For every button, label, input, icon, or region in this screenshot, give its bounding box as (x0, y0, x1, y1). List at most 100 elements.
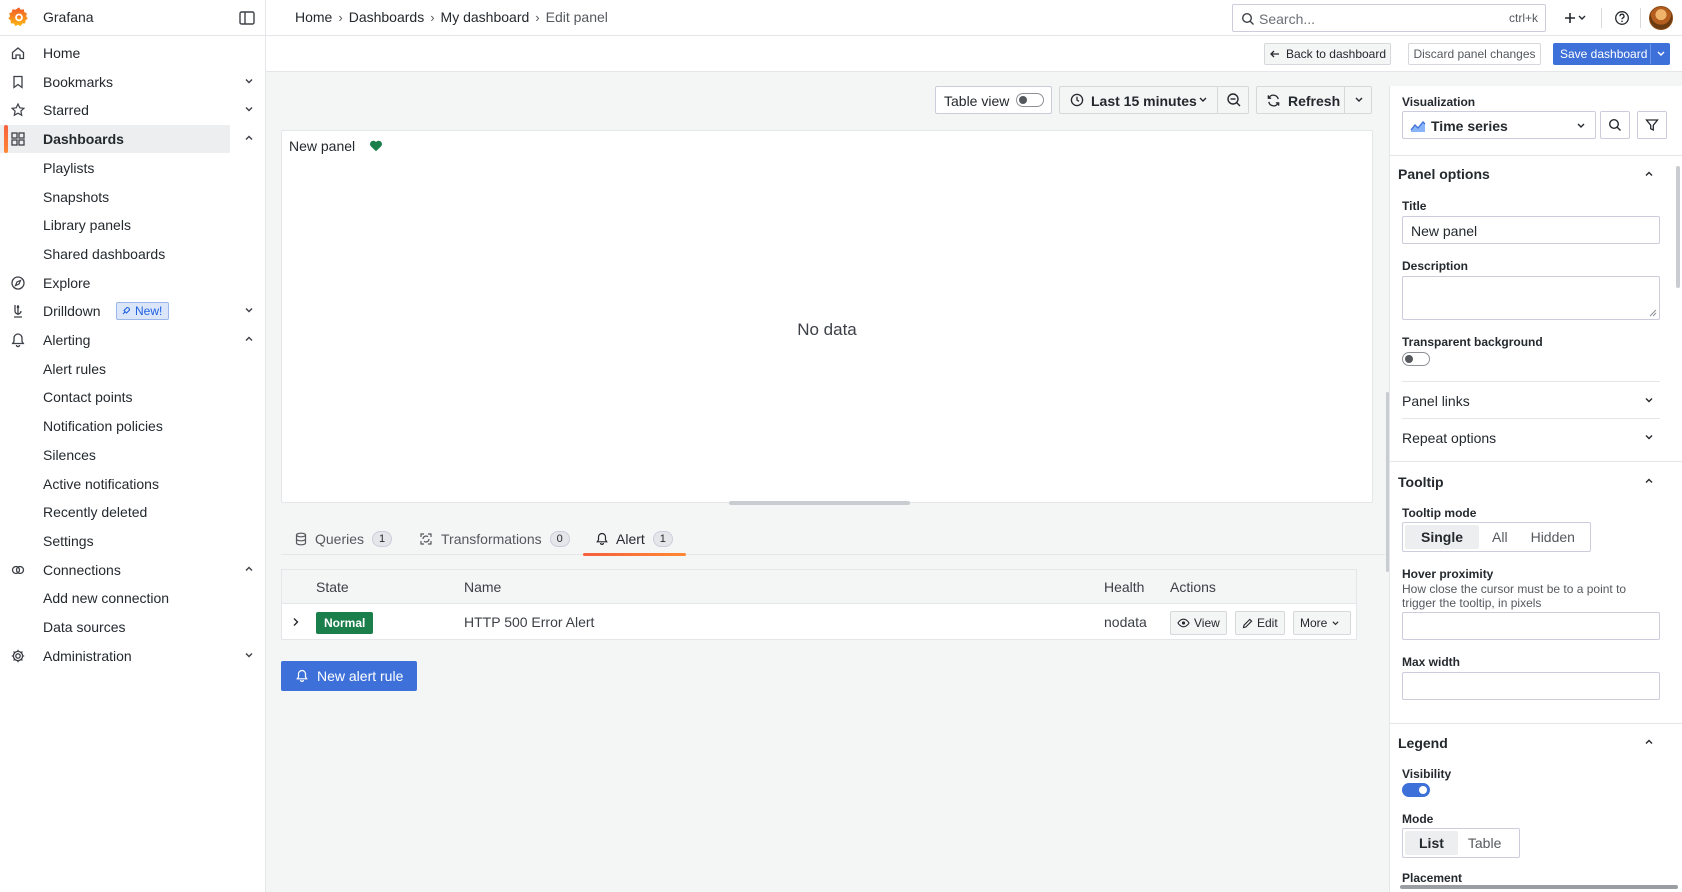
tab-alert[interactable]: Alert 1 (583, 522, 686, 556)
chevron-up-icon[interactable] (1643, 736, 1655, 748)
column-header-state: State (316, 579, 349, 595)
sidebar-item-recently-deleted[interactable]: Recently deleted (0, 498, 266, 526)
breadcrumb-dashboards[interactable]: Dashboards (349, 9, 425, 25)
sidebar-item-playlists[interactable]: Playlists (0, 154, 266, 182)
sidebar-item-label: Alert rules (43, 360, 107, 377)
search-icon (1608, 118, 1621, 131)
sidebar-item-library-panels[interactable]: Library panels (0, 211, 266, 239)
user-avatar[interactable] (1649, 6, 1673, 30)
tab-transformations[interactable]: Transformations 0 (419, 522, 570, 555)
chevron-up-icon[interactable] (1643, 475, 1655, 487)
hover-proximity-label: Hover proximity (1402, 567, 1494, 581)
chevron-down-icon[interactable] (1643, 431, 1655, 443)
panel-links-section[interactable]: Panel links (1402, 393, 1470, 409)
tooltip-header[interactable]: Tooltip (1398, 474, 1444, 490)
discard-panel-changes-button[interactable]: Discard panel changes (1408, 43, 1541, 65)
search-input[interactable]: Search... ctrl+k (1232, 4, 1546, 32)
sidebar-item-alerting[interactable]: Alerting (0, 326, 266, 354)
legend-visibility-switch[interactable] (1402, 783, 1430, 797)
more-label: More (1300, 616, 1328, 630)
pane-resize-handle[interactable] (729, 501, 910, 505)
table-view-toggle[interactable]: Table view (935, 86, 1052, 114)
visualization-picker[interactable]: Time series (1402, 111, 1596, 139)
table-view-switch[interactable] (1016, 93, 1044, 107)
refresh-button[interactable]: Refresh (1256, 86, 1372, 114)
more-actions-button[interactable]: More (1293, 611, 1352, 635)
zoom-out-button[interactable] (1217, 86, 1249, 114)
save-options-dropdown[interactable] (1650, 44, 1670, 64)
legend-mode-list[interactable]: List (1405, 831, 1458, 855)
panel-title-input[interactable]: New panel (1402, 216, 1660, 244)
chevron-down-icon[interactable] (1643, 394, 1655, 406)
sidebar-item-notification-policies[interactable]: Notification policies (0, 412, 266, 440)
star-icon (10, 102, 26, 117)
legend-mode-table[interactable]: Table (1458, 831, 1511, 855)
sidebar-item-contact-points[interactable]: Contact points (0, 383, 266, 411)
resize-grip-icon[interactable] (1649, 309, 1657, 317)
sidebar-item-administration[interactable]: Administration (0, 642, 266, 670)
breadcrumb-separator-icon: › (535, 9, 540, 25)
new-button[interactable] (1560, 8, 1590, 28)
save-dashboard-button[interactable]: Save dashboard (1553, 43, 1670, 65)
sidebar-item-home[interactable]: Home (0, 39, 266, 67)
sidebar-item-silences[interactable]: Silences (0, 441, 266, 469)
sidebar-item-add-new-connection[interactable]: Add new connection (0, 584, 266, 612)
tooltip-mode-all[interactable]: All (1479, 525, 1521, 549)
chevron-down-icon[interactable] (243, 649, 255, 661)
sidebar-item-label: Library panels (43, 217, 131, 234)
dock-menu-icon[interactable] (237, 8, 257, 28)
filter-options-button[interactable] (1637, 111, 1667, 139)
repeat-options-section[interactable]: Repeat options (1402, 430, 1496, 446)
sidebar-item-label: Administration (43, 647, 132, 664)
tooltip-mode-hidden[interactable]: Hidden (1521, 525, 1585, 549)
breadcrumb-my-dashboard[interactable]: My dashboard (441, 9, 530, 25)
edit-alert-button[interactable]: Edit (1235, 611, 1285, 635)
tooltip-mode-label: Tooltip mode (1402, 506, 1477, 520)
sidebar-item-starred[interactable]: Starred (0, 96, 266, 124)
help-button[interactable] (1612, 8, 1632, 28)
grafana-logo-icon[interactable] (8, 6, 30, 28)
new-badge: New! (116, 302, 170, 321)
breadcrumb-home[interactable]: Home (295, 9, 332, 25)
connections-icon (11, 565, 25, 574)
chevron-down-icon (1577, 123, 1585, 128)
sidebar-item-explore[interactable]: Explore (0, 269, 266, 297)
sidebar-item-connections[interactable]: Connections (0, 556, 266, 584)
options-horizontal-scrollbar[interactable] (1400, 885, 1678, 889)
description-textarea[interactable] (1402, 276, 1660, 320)
view-alert-button[interactable]: View (1170, 611, 1227, 635)
tab-queries[interactable]: Queries 1 (295, 522, 393, 555)
hover-proximity-input[interactable] (1402, 612, 1660, 640)
sidebar-item-label: Playlists (43, 159, 95, 176)
sidebar-item-alert-rules[interactable]: Alert rules (0, 355, 266, 383)
refresh-interval-dropdown[interactable] (1344, 87, 1372, 113)
chevron-up-icon[interactable] (243, 563, 255, 575)
expand-row-icon[interactable] (291, 617, 301, 627)
chevron-down-icon[interactable] (243, 304, 255, 316)
chevron-up-icon[interactable] (243, 333, 255, 345)
sidebar-item-settings[interactable]: Settings (0, 527, 266, 555)
chevron-down-icon[interactable] (243, 75, 255, 87)
search-options-button[interactable] (1600, 111, 1630, 139)
sidebar-item-bookmarks[interactable]: Bookmarks (0, 68, 266, 96)
legend-header[interactable]: Legend (1398, 735, 1448, 751)
sidebar-item-drilldown[interactable]: Drilldown New! (0, 297, 266, 325)
new-alert-rule-button[interactable]: New alert rule (281, 661, 417, 691)
max-width-input[interactable] (1402, 672, 1660, 700)
sidebar-item-dashboards[interactable]: Dashboards (0, 125, 253, 154)
chevron-down-icon[interactable] (243, 103, 255, 115)
back-to-dashboard-button[interactable]: Back to dashboard (1264, 43, 1391, 65)
sidebar-item-data-sources[interactable]: Data sources (0, 613, 266, 641)
max-width-label: Max width (1402, 655, 1461, 669)
split-resize-handle[interactable] (1386, 392, 1389, 572)
transparent-background-switch[interactable] (1402, 352, 1430, 366)
chevron-up-icon[interactable] (243, 132, 255, 144)
sidebar-item-shared-dashboards[interactable]: Shared dashboards (0, 240, 266, 268)
sidebar-item-snapshots[interactable]: Snapshots (0, 183, 266, 211)
panel-options-header[interactable]: Panel options (1398, 166, 1490, 182)
options-scrollbar[interactable] (1676, 166, 1680, 288)
back-to-dashboard-label: Back to dashboard (1285, 47, 1387, 61)
sidebar-item-active-notifications[interactable]: Active notifications (0, 470, 266, 498)
chevron-up-icon[interactable] (1643, 168, 1655, 180)
tooltip-mode-single[interactable]: Single (1405, 525, 1480, 549)
